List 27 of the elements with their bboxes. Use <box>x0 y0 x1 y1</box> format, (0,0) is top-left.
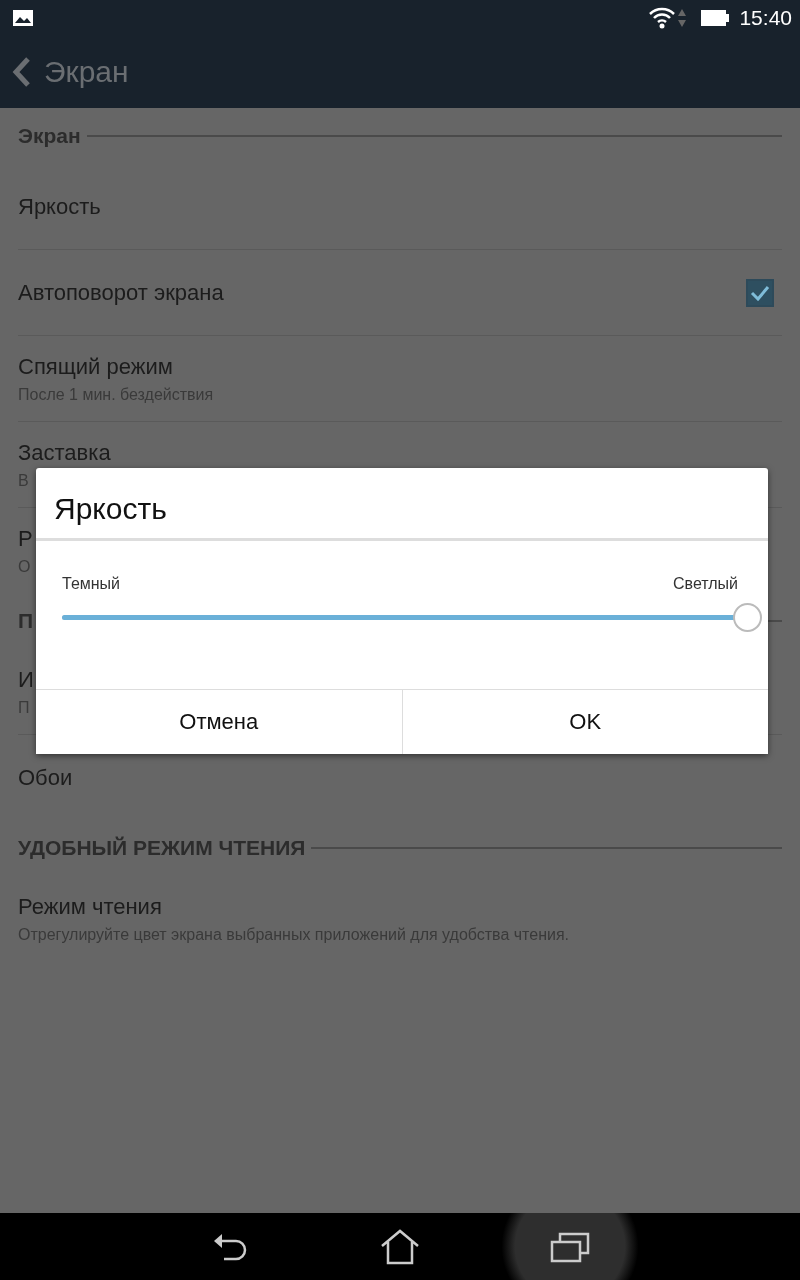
setting-title[interactable]: Яркость <box>18 193 782 220</box>
section-header: Экран <box>18 124 81 148</box>
checkbox[interactable] <box>746 278 774 307</box>
screen-title: Экран <box>44 55 129 89</box>
wifi-icon <box>649 7 676 29</box>
checkmark-icon <box>750 284 770 301</box>
max-label: Светлый <box>673 575 738 593</box>
image-icon <box>12 9 34 27</box>
back-icon <box>212 1231 248 1262</box>
clock: 15:40 <box>739 6 792 30</box>
setting-title[interactable]: Автоповорот экрана <box>18 279 746 306</box>
slider-thumb[interactable] <box>733 603 762 632</box>
setting-title[interactable]: Обои <box>18 764 782 791</box>
setting-title[interactable]: Заставка <box>18 439 782 466</box>
dialog-title: Яркость <box>36 468 768 541</box>
recent-apps-icon <box>550 1230 590 1263</box>
section-header: П <box>18 609 34 633</box>
home-icon <box>380 1228 420 1265</box>
min-label: Темный <box>62 575 121 593</box>
brightness-slider[interactable] <box>62 603 764 633</box>
data-arrows-icon <box>677 7 688 29</box>
cancel-button[interactable]: Отмена <box>36 690 402 754</box>
setting-title[interactable]: Режим чтения <box>18 893 782 920</box>
ok-button[interactable]: OK <box>401 690 768 754</box>
setting-title[interactable]: Спящий режим <box>18 353 782 380</box>
battery-icon <box>701 9 730 27</box>
section-header: УДОБНЫЙ РЕЖИМ ЧТЕНИЯ <box>18 836 306 860</box>
